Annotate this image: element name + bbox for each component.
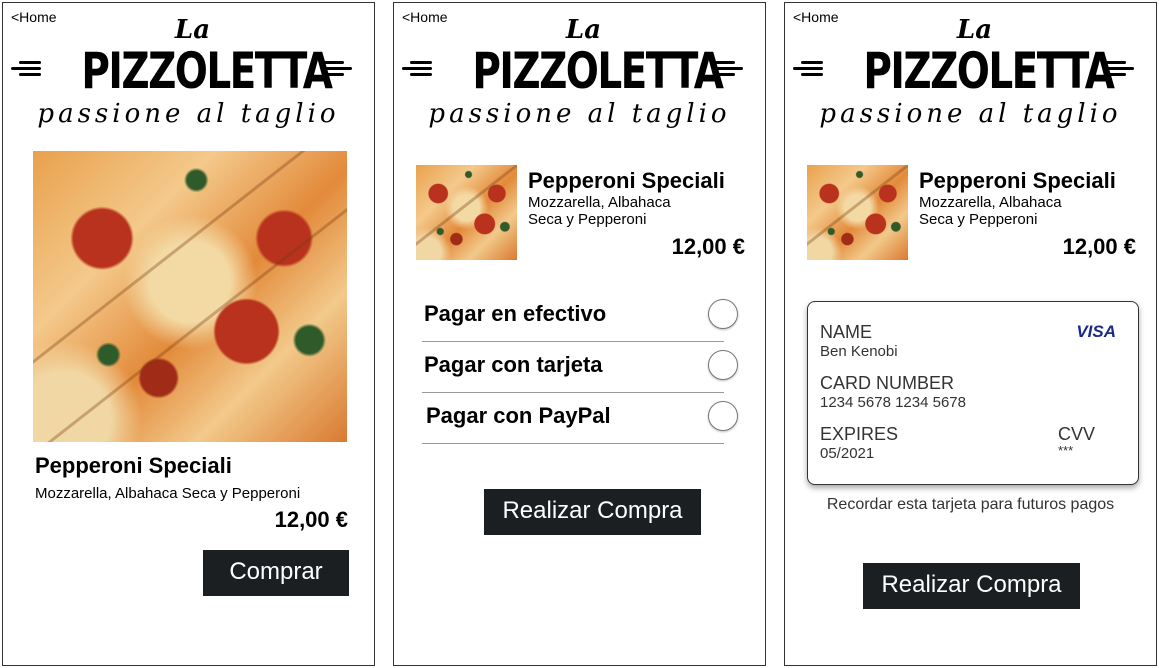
product-description-line2: Seca y Pepperoni xyxy=(919,211,1038,228)
radio-circle-icon[interactable] xyxy=(708,350,738,380)
product-price: 12,00 € xyxy=(1062,234,1136,259)
visa-logo-icon: VISA xyxy=(1076,322,1116,341)
speed-lines-right-icon xyxy=(1104,61,1136,79)
buy-button[interactable]: Comprar xyxy=(203,550,349,596)
credit-card[interactable]: NAME VISA Ben Kenobi CARD NUMBER 1234 56… xyxy=(807,301,1139,485)
product-title: Pepperoni Speciali xyxy=(528,168,725,193)
speed-lines-left-icon xyxy=(793,61,825,79)
card-number-value[interactable]: 1234 5678 1234 5678 xyxy=(820,394,966,411)
screen-product: <Home La PIZZOLETTA passione al taglio P… xyxy=(2,2,375,666)
payment-option-label: Pagar con tarjeta xyxy=(424,352,603,377)
pizza-thumbnail xyxy=(807,165,908,260)
card-name-label: NAME xyxy=(820,322,873,342)
submit-purchase-button[interactable]: Realizar Compra xyxy=(863,563,1080,609)
logo-text: PIZZOLETTA xyxy=(81,42,333,100)
product-description: Mozzarella, Albahaca Seca y Pepperoni xyxy=(35,485,301,502)
logo-la: La xyxy=(956,15,993,45)
card-cvv-value[interactable]: *** xyxy=(1058,443,1073,458)
card-cvv-label: CVV xyxy=(1058,424,1096,444)
payment-option-cash[interactable]: Pagar en efectivo xyxy=(422,291,738,342)
logo: PIZZOLETTA xyxy=(394,43,765,99)
payment-option-paypal[interactable]: Pagar con PayPal xyxy=(422,393,738,444)
card-expires-label: EXPIRES xyxy=(820,424,899,444)
product-description-line1: Mozzarella, Albahaca xyxy=(528,194,671,211)
screen-payment-method: <Home La PIZZOLETTA passione al taglio P… xyxy=(393,2,766,666)
product-title: Pepperoni Speciali xyxy=(35,453,232,478)
submit-purchase-button[interactable]: Realizar Compra xyxy=(484,489,701,535)
payment-option-card[interactable]: Pagar con tarjeta xyxy=(422,342,738,393)
pizza-image xyxy=(33,151,347,442)
remember-card-text[interactable]: Recordar esta tarjeta para futuros pagos xyxy=(785,496,1156,514)
radio-circle-icon[interactable] xyxy=(708,401,738,431)
logo-la: La xyxy=(174,15,211,45)
logo-tagline: passione al taglio xyxy=(819,99,1122,129)
logo-la: La xyxy=(565,15,602,45)
product-title: Pepperoni Speciali xyxy=(919,168,1116,193)
radio-circle-icon[interactable] xyxy=(708,299,738,329)
logo-text: PIZZOLETTA xyxy=(863,42,1115,100)
screen-card-payment: <Home La PIZZOLETTA passione al taglio P… xyxy=(784,2,1157,666)
speed-lines-right-icon xyxy=(713,61,745,79)
speed-lines-right-icon xyxy=(322,61,354,79)
product-price: 12,00 € xyxy=(671,234,745,259)
payment-option-label: Pagar con PayPal xyxy=(426,403,611,428)
pizza-thumbnail xyxy=(416,165,517,260)
logo-tagline: passione al taglio xyxy=(428,99,731,129)
logo: PIZZOLETTA xyxy=(785,43,1156,99)
product-price: 12,00 € xyxy=(274,507,348,532)
payment-option-label: Pagar en efectivo xyxy=(424,301,607,326)
logo-text: PIZZOLETTA xyxy=(472,42,724,100)
card-name-value[interactable]: Ben Kenobi xyxy=(820,343,898,360)
logo-tagline: passione al taglio xyxy=(37,99,340,129)
logo: PIZZOLETTA xyxy=(3,43,374,99)
card-expires-value[interactable]: 05/2021 xyxy=(820,445,874,462)
product-description-line2: Seca y Pepperoni xyxy=(528,211,647,228)
speed-lines-left-icon xyxy=(402,61,434,79)
card-number-label: CARD NUMBER xyxy=(820,373,955,393)
product-description-line1: Mozzarella, Albahaca xyxy=(919,194,1062,211)
speed-lines-left-icon xyxy=(11,61,43,79)
